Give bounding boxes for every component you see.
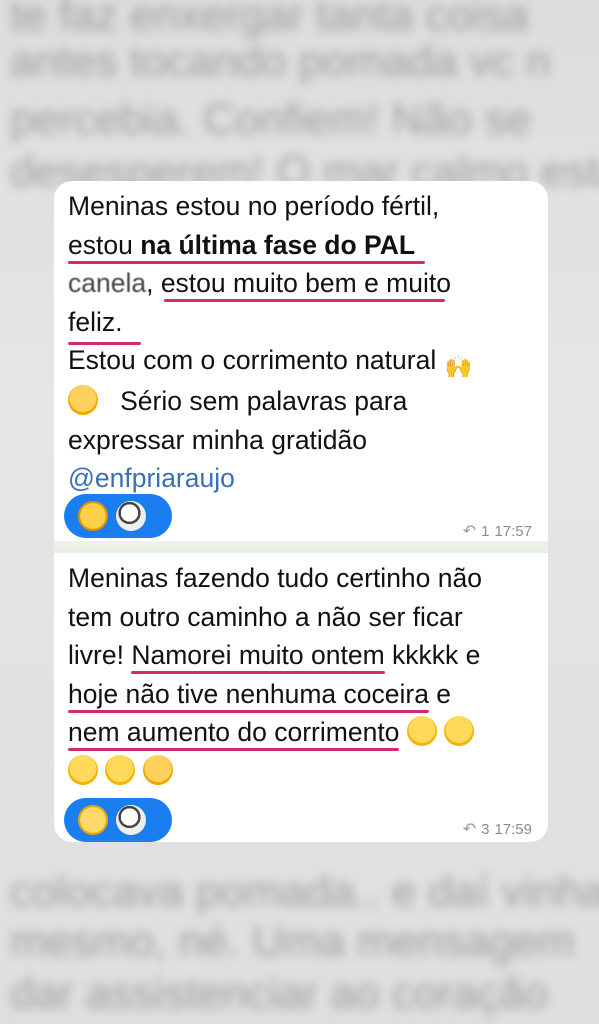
background-text-line: dar assistenciar ao coração: [10, 969, 549, 1018]
underlined-text: , estou muito bem e muito: [146, 268, 451, 302]
mention-link[interactable]: @enfpriaraujo: [68, 463, 235, 493]
starstruck-face-icon: [105, 754, 136, 785]
message-2-line: nem aumento do corrimento: [68, 717, 400, 747]
background-text-line: colocava pomada.. e daí vinha: [10, 867, 599, 916]
underlined-text: nem aumento do corrimento: [68, 717, 400, 751]
background-text-line: percebia. Confiem! Não se: [10, 95, 531, 144]
message-2-line: Namorei muito ontem: [131, 640, 385, 670]
underlined-text: feliz.: [68, 306, 141, 345]
reply-count: 3: [481, 820, 490, 838]
red-underline: [68, 709, 429, 713]
reply-arrow-icon: ↶: [462, 523, 477, 540]
message-2-line: kkkkk e: [384, 640, 481, 670]
red-underline: [68, 748, 400, 751]
message-bubble-2[interactable]: Meninas fazendo tudo certinho não tem ou…: [54, 553, 548, 842]
red-underline: [68, 341, 141, 345]
underlined-text: Namorei muito ontem: [131, 640, 385, 674]
raised-hands-icon: 🙌: [444, 354, 473, 379]
background-text-line: desesperem! O mar calmo está: [10, 147, 599, 196]
message-1-line: Sério sem palavras para: [120, 386, 408, 416]
message-2-line: hoje não tive nenhuma coceira: [68, 678, 429, 709]
smiling-face-icon: [142, 754, 173, 785]
message-2-line: e: [428, 678, 452, 709]
red-underline: [164, 299, 445, 302]
message-2-line: livre!: [68, 640, 132, 670]
message-1-text: Meninas estou no período fértil, estou n…: [68, 187, 534, 498]
message-1-line: expressar minha gratidão: [68, 424, 368, 455]
message-1-line: , estou muito bem e muito: [146, 268, 451, 298]
message-bubble-1[interactable]: Meninas estou no período fértil, estou n…: [54, 181, 548, 546]
reply-count: 1: [481, 522, 490, 540]
red-underline: [131, 671, 385, 674]
starstruck-face-icon: [68, 754, 98, 785]
starstruck-face-icon: [444, 716, 475, 746]
starstruck-face-icon: [406, 716, 437, 746]
message-2-line: Meninas fazendo tudo certinho não: [68, 563, 482, 593]
message-1-line: feliz.: [68, 306, 123, 337]
message-meta-2: ↶ 3 17:59: [463, 819, 532, 839]
underlined-text: na última fase do PAL: [130, 229, 426, 264]
message-2-line: tem outro caminho a não ser ficar: [68, 601, 463, 632]
red-underline: [130, 260, 426, 264]
reaction-pill-1[interactable]: [64, 494, 172, 538]
smiling-face-icon: [68, 385, 98, 415]
message-1-line: estou: [68, 229, 141, 260]
face-with-hearts-icon: [78, 501, 108, 531]
message-2-text: Meninas fazendo tudo certinho não tem ou…: [68, 559, 534, 790]
reply-arrow-icon: ↶: [462, 821, 477, 838]
underlined-text: estou: [68, 229, 147, 264]
reaction-pill-2[interactable]: [64, 798, 172, 842]
background-text-line: te faz enxergar tanta coisa: [10, 0, 529, 40]
message-1-line: Meninas estou no período fértil,: [68, 191, 440, 221]
soccer-ball-icon: [116, 501, 146, 531]
background-text-line: mesmo, né. Uma mensagem: [10, 917, 575, 966]
underlined-text: hoje não tive nenhuma coceira: [68, 678, 429, 713]
cropped-word: canela: [68, 268, 147, 298]
message-meta-1: ↶ 1 17:57: [463, 521, 532, 541]
message-1-line: Estou com o corrimento natural: [68, 345, 437, 375]
clapping-hands-icon: [78, 805, 108, 835]
message-1-bold-text: na última fase do PAL: [140, 229, 416, 260]
timestamp: 17:57: [494, 522, 532, 540]
timestamp: 17:59: [494, 820, 532, 838]
background-text-line: antes tocando pomada vc n: [10, 37, 551, 86]
soccer-ball-icon: [116, 805, 146, 835]
